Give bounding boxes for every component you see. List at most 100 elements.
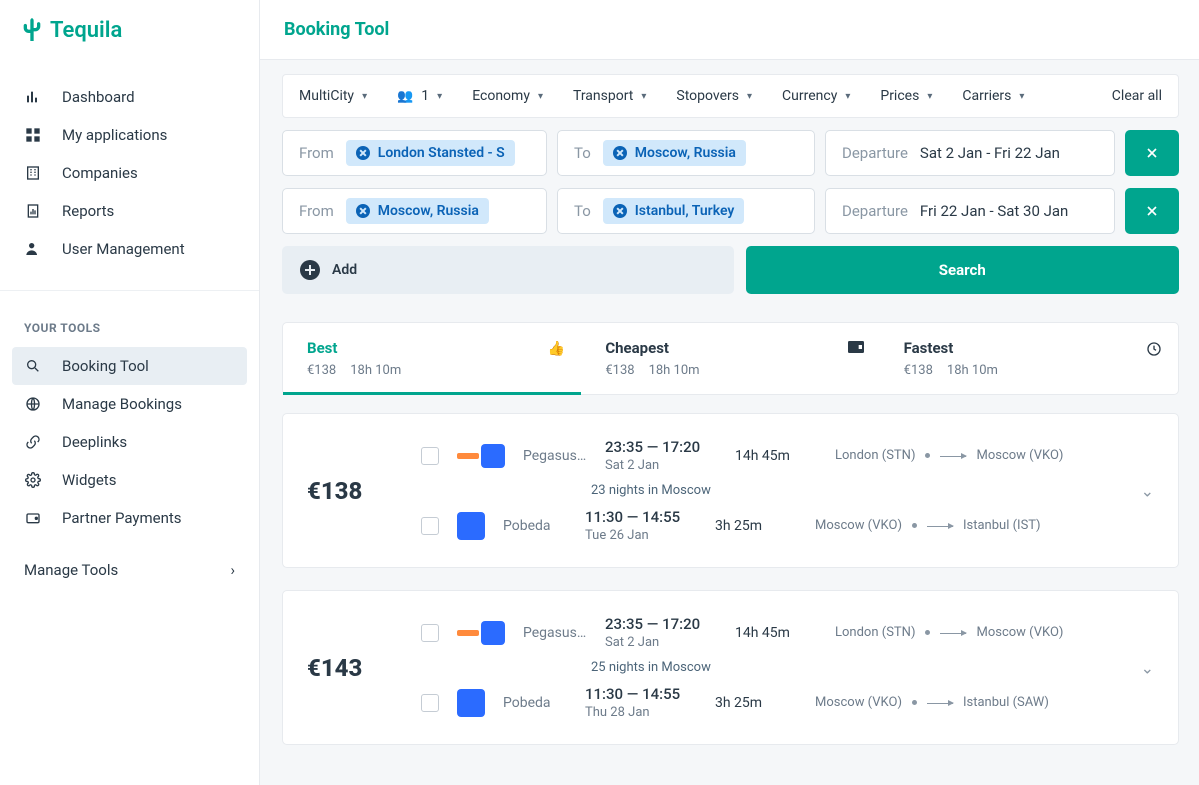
- destination-chip[interactable]: Istanbul, Turkey: [603, 198, 745, 224]
- gear-icon: [24, 471, 42, 489]
- result-card: €143 Pegasus, … 23:35 — 17:20Sat 2 Jan 1…: [282, 590, 1179, 745]
- departure-field[interactable]: Departure Fri 22 Jan - Sat 30 Jan: [825, 188, 1115, 234]
- user-icon: [24, 240, 42, 258]
- chip-remove-icon[interactable]: [613, 204, 627, 218]
- expand-card-button[interactable]: ⌄: [1141, 658, 1154, 677]
- main: Booking Tool MultiCity▾ 👥 1▾ Economy▾ Tr…: [260, 0, 1199, 785]
- sort-tabs: Best €13818h 10m 👍 Cheapest €13818h 10m …: [282, 322, 1179, 395]
- nav-my-applications[interactable]: My applications: [12, 116, 247, 154]
- filter-cabin[interactable]: Economy▾: [472, 88, 543, 104]
- manage-tools-label: Manage Tools: [24, 561, 118, 579]
- to-field[interactable]: To Istanbul, Turkey: [557, 188, 815, 234]
- clock-icon: [1146, 341, 1162, 361]
- departure-label: Departure: [842, 202, 908, 220]
- filter-transport[interactable]: Transport▾: [573, 88, 646, 104]
- nav-companies[interactable]: Companies: [12, 154, 247, 192]
- chevron-down-icon: ▾: [845, 91, 850, 102]
- filter-carriers[interactable]: Carriers▾: [962, 88, 1024, 104]
- chip-remove-icon[interactable]: [356, 146, 370, 160]
- segment-return: Pobeda 11:30 — 14:55Tue 26 Jan 3h 25m Mo…: [421, 508, 1148, 543]
- search-button[interactable]: Search: [746, 246, 1180, 294]
- nav-label: My applications: [62, 126, 167, 144]
- filter-trip-type[interactable]: MultiCity▾: [299, 88, 367, 104]
- chevron-down-icon: ▾: [927, 91, 932, 102]
- departure-field[interactable]: Departure Sat 2 Jan - Fri 22 Jan: [825, 130, 1115, 176]
- remove-row-button[interactable]: [1125, 130, 1179, 176]
- search-row: From Moscow, Russia To Istanbul, Turkey: [282, 188, 1179, 234]
- sort-tab-fastest[interactable]: Fastest €13818h 10m: [880, 323, 1178, 394]
- nav-dashboard[interactable]: Dashboard: [12, 78, 247, 116]
- filter-passengers[interactable]: 👥 1▾: [397, 88, 442, 104]
- route-arrow-icon: [940, 452, 966, 460]
- close-icon: [1144, 145, 1160, 161]
- thumbs-up-icon: 👍: [548, 341, 565, 357]
- passengers-icon: 👥: [397, 89, 413, 104]
- departure-label: Departure: [842, 144, 908, 162]
- airline-logos: [457, 444, 505, 468]
- airline-name: Pobeda: [503, 518, 567, 534]
- airline-name: Pegasus, …: [523, 625, 587, 641]
- chevron-down-icon: ▾: [362, 91, 367, 102]
- link-icon: [24, 433, 42, 451]
- select-segment-checkbox[interactable]: [421, 517, 439, 535]
- nav-widgets[interactable]: Widgets: [12, 461, 247, 499]
- globe-icon: [24, 395, 42, 413]
- stop-icon: [912, 523, 917, 528]
- manage-tools-button[interactable]: Manage Tools ›: [0, 547, 259, 593]
- chevron-down-icon: ▾: [1019, 91, 1024, 102]
- sort-tab-best[interactable]: Best €13818h 10m 👍: [283, 323, 581, 394]
- origin-chip[interactable]: London Stansted - S: [346, 140, 515, 166]
- nav-partner-payments[interactable]: Partner Payments: [12, 499, 247, 537]
- select-segment-checkbox[interactable]: [421, 694, 439, 712]
- airline-logos: [457, 621, 505, 645]
- filter-prices[interactable]: Prices▾: [880, 88, 932, 104]
- cactus-icon: [22, 18, 42, 42]
- filter-stopovers[interactable]: Stopovers▾: [676, 88, 752, 104]
- search-row: From London Stansted - S To Moscow, Russ…: [282, 130, 1179, 176]
- plus-icon: [300, 260, 320, 280]
- nav-label: Booking Tool: [62, 357, 149, 375]
- remove-row-button[interactable]: [1125, 188, 1179, 234]
- chip-remove-icon[interactable]: [613, 146, 627, 160]
- from-field[interactable]: From Moscow, Russia: [282, 188, 547, 234]
- filter-toolbar: MultiCity▾ 👥 1▾ Economy▾ Transport▾ Stop…: [282, 74, 1179, 118]
- select-segment-checkbox[interactable]: [421, 447, 439, 465]
- nav-label: Widgets: [62, 471, 116, 489]
- chevron-right-icon: ›: [230, 561, 235, 579]
- grid-icon: [24, 126, 42, 144]
- nav-deeplinks[interactable]: Deeplinks: [12, 423, 247, 461]
- departure-value: Sat 2 Jan - Fri 22 Jan: [920, 144, 1060, 162]
- destination-chip[interactable]: Moscow, Russia: [603, 140, 746, 166]
- logo-text: Tequila: [50, 18, 122, 43]
- nav-reports[interactable]: Reports: [12, 192, 247, 230]
- filter-currency[interactable]: Currency▾: [782, 88, 850, 104]
- price: €143: [307, 615, 401, 720]
- results-list: €138 Pegasus, … 23:35 — 17:20Sat 2 Jan 1…: [282, 413, 1179, 745]
- segment-outbound: Pegasus, … 23:35 — 17:20Sat 2 Jan 14h 45…: [421, 438, 1148, 473]
- nav-booking-tool[interactable]: Booking Tool: [12, 347, 247, 385]
- add-leg-button[interactable]: Add: [282, 246, 734, 294]
- search-rows: From London Stansted - S To Moscow, Russ…: [282, 130, 1179, 234]
- logo[interactable]: Tequila: [0, 0, 259, 60]
- nav-label: Manage Bookings: [62, 395, 182, 413]
- nav-manage-bookings[interactable]: Manage Bookings: [12, 385, 247, 423]
- nav-label: Dashboard: [62, 88, 135, 106]
- chevron-down-icon: ▾: [747, 91, 752, 102]
- route-arrow-icon: [927, 522, 953, 530]
- page-title: Booking Tool: [260, 0, 1199, 60]
- airline-logos: [457, 689, 485, 717]
- select-segment-checkbox[interactable]: [421, 624, 439, 642]
- wallet-icon: [848, 341, 864, 357]
- clear-all-button[interactable]: Clear all: [1112, 88, 1162, 104]
- sort-tab-cheapest[interactable]: Cheapest €13818h 10m: [581, 323, 879, 394]
- nav-user-management[interactable]: User Management: [12, 230, 247, 268]
- chip-remove-icon[interactable]: [356, 204, 370, 218]
- origin-chip[interactable]: Moscow, Russia: [346, 198, 489, 224]
- nav-label: Deeplinks: [62, 433, 127, 451]
- expand-card-button[interactable]: ⌄: [1141, 481, 1154, 500]
- nav-tools: Booking Tool Manage Bookings Deeplinks W…: [0, 341, 259, 547]
- from-field[interactable]: From London Stansted - S: [282, 130, 547, 176]
- airline-name: Pobeda: [503, 695, 567, 711]
- route-arrow-icon: [927, 699, 953, 707]
- to-field[interactable]: To Moscow, Russia: [557, 130, 815, 176]
